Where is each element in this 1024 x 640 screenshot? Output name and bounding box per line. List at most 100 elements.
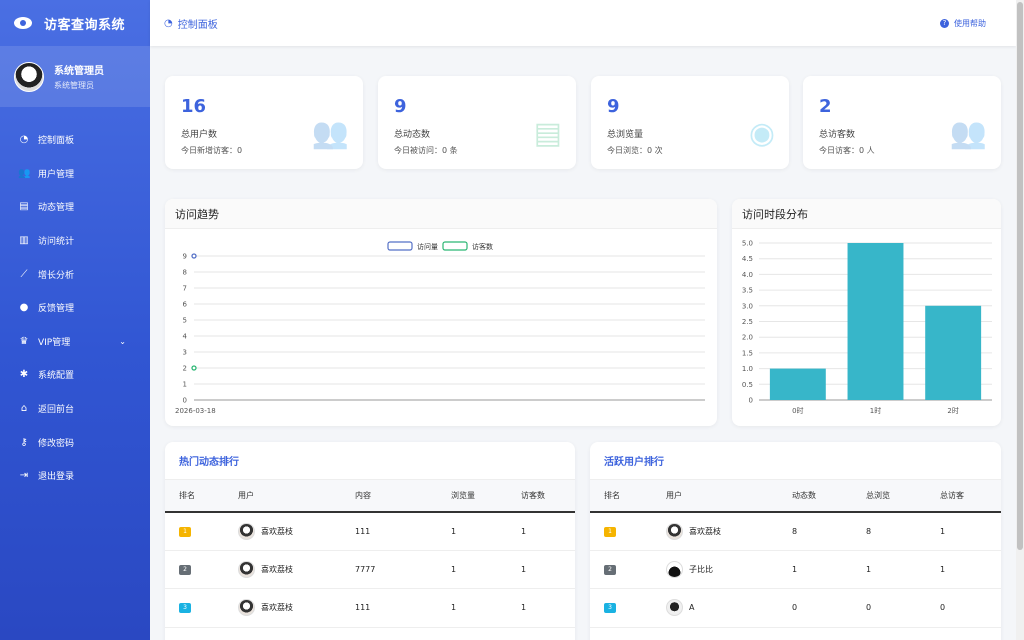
bar[interactable] bbox=[925, 305, 982, 400]
sidebar-item-5[interactable]: ● 反馈管理 bbox=[0, 291, 150, 325]
sidebar-item-7[interactable]: ✱ 系统配置 bbox=[0, 358, 150, 392]
hot-posts-title: 热门动态排行 bbox=[179, 457, 239, 468]
views-cell: 1 bbox=[437, 511, 507, 551]
hot-posts-table: 排名 用户 内容 浏览量 访客数 1 喜欢荔枝 111 1 1 2 喜欢荔枝 7777 1 1 3 喜欢荔枝 1… bbox=[165, 479, 575, 628]
sidebar: 访客查询系统 系统管理员 系统管理员 ◔ 控制面板 👥 用户管理 ▤ 动态管理 ▥ 访问统计 ⟋… bbox=[0, 0, 150, 640]
avatar bbox=[238, 522, 255, 540]
breadcrumb-label: 控制面板 bbox=[177, 19, 218, 31]
table-row[interactable]: 1 喜欢荔枝 111 1 1 bbox=[165, 511, 575, 551]
legend-swatch[interactable] bbox=[442, 241, 468, 251]
user-cell[interactable]: 子比比 bbox=[652, 550, 778, 590]
user-profile[interactable]: 系统管理员 系统管理员 bbox=[0, 46, 150, 107]
sidebar-item-4[interactable]: ⟋ 增长分析 bbox=[0, 257, 150, 291]
posts-cell: 8 bbox=[778, 511, 852, 551]
user-cell[interactable]: 喜欢荔枝 bbox=[224, 511, 341, 551]
trend-panel: 访问趋势 访问量 访客数 0 1 2 3 4 5 6 7 8 9 2026-03-18 bbox=[165, 199, 717, 426]
y-tick-label: 4 bbox=[183, 333, 188, 341]
data-point[interactable] bbox=[191, 365, 197, 371]
y-tick-label: 4.5 bbox=[742, 255, 753, 263]
content-cell: 111 bbox=[341, 588, 437, 628]
legend-label[interactable]: 访客数 bbox=[472, 242, 493, 251]
visitors-cell: 1 bbox=[507, 511, 575, 551]
sidebar-item-6[interactable]: ♛ VIP管理 ⌄ bbox=[0, 325, 150, 359]
bar[interactable] bbox=[769, 368, 826, 400]
gear-icon: ✱ bbox=[19, 369, 29, 381]
page-scrollbar[interactable] bbox=[1016, 0, 1024, 640]
user-name: 系统管理员 bbox=[54, 66, 104, 77]
data-point[interactable] bbox=[191, 253, 197, 259]
users-icon: 👥 bbox=[311, 116, 349, 151]
table-row[interactable]: 1 喜欢荔枝 8 8 1 bbox=[590, 511, 1001, 551]
bar[interactable] bbox=[847, 243, 904, 400]
scrollbar-thumb[interactable] bbox=[1017, 2, 1023, 550]
legend-label[interactable]: 访问量 bbox=[417, 242, 438, 251]
file-icon: ▤ bbox=[19, 201, 29, 213]
table-row[interactable]: 2 子比比 1 1 1 bbox=[590, 550, 1001, 590]
user-role: 系统管理员 bbox=[54, 81, 94, 90]
table-header[interactable]: 浏览量 bbox=[437, 479, 507, 513]
table-header[interactable]: 动态数 bbox=[778, 479, 852, 513]
key-icon: ⚷ bbox=[20, 436, 28, 448]
table-header[interactable]: 用户 bbox=[652, 479, 778, 513]
views-cell: 0 bbox=[852, 588, 926, 628]
table-header[interactable]: 访客数 bbox=[507, 479, 575, 513]
sidebar-item-0[interactable]: ◔ 控制面板 bbox=[0, 123, 150, 157]
sidebar-item-1[interactable]: 👥 用户管理 bbox=[0, 157, 150, 191]
visitors-cell: 1 bbox=[926, 511, 1001, 551]
rank-badge: 2 bbox=[179, 564, 191, 575]
table-header[interactable]: 用户 bbox=[224, 479, 341, 513]
user-name: 喜欢荔枝 bbox=[261, 603, 293, 613]
trend-panel-title: 访问趋势 bbox=[165, 199, 717, 229]
user-cell[interactable]: A bbox=[652, 588, 778, 628]
y-tick-label: 3.5 bbox=[742, 287, 753, 295]
stat-card: 16 总用户数 今日新增访客：0 👥 bbox=[165, 76, 363, 169]
table-row[interactable]: 3 喜欢荔枝 111 1 1 bbox=[165, 588, 575, 628]
y-tick-label: 0.5 bbox=[742, 381, 753, 389]
table-header[interactable]: 总浏览 bbox=[852, 479, 926, 513]
visitors-cell: 1 bbox=[507, 550, 575, 590]
active-users-table: 排名 用户 动态数 总浏览 总访客 1 喜欢荔枝 8 8 1 2 子比比 1 1 1 3 A 0 0 0 bbox=[590, 479, 1001, 628]
breadcrumb[interactable]: ◔ 控制面板 bbox=[164, 16, 218, 31]
user-cell[interactable]: 喜欢荔枝 bbox=[224, 588, 341, 628]
eye-icon: ◉ bbox=[748, 116, 775, 151]
sidebar-item-2[interactable]: ▤ 动态管理 bbox=[0, 190, 150, 224]
content-cell: 7777 bbox=[341, 550, 437, 590]
table-header[interactable]: 排名 bbox=[165, 479, 224, 513]
x-tick-label: 0时 bbox=[792, 406, 803, 415]
sidebar-item-label: 返回前台 bbox=[38, 405, 75, 416]
sidebar-item-3[interactable]: ▥ 访问统计 bbox=[0, 224, 150, 258]
help-link[interactable]: ? 使用帮助 bbox=[940, 18, 986, 29]
stat-card: 2 总访客数 今日访客：0 人 👥 bbox=[803, 76, 1001, 169]
y-tick-label: 0 bbox=[749, 397, 753, 405]
trend-chart: 访问量 访客数 0 1 2 3 4 5 6 7 8 9 2026-03-18 bbox=[175, 241, 705, 415]
legend-swatch[interactable] bbox=[387, 241, 413, 251]
dashboard-icon: ◔ bbox=[19, 134, 29, 146]
avatar bbox=[238, 599, 255, 617]
table-header[interactable]: 排名 bbox=[590, 479, 652, 513]
user-cell[interactable]: 喜欢荔枝 bbox=[224, 550, 341, 590]
sidebar-item-9[interactable]: ⚷ 修改密码 bbox=[0, 425, 150, 459]
y-tick-label: 4.0 bbox=[742, 271, 753, 279]
table-header[interactable]: 总访客 bbox=[926, 479, 1001, 513]
user-name: 喜欢荔枝 bbox=[689, 526, 721, 536]
stat-value: 9 bbox=[607, 96, 620, 117]
user-cell[interactable]: 喜欢荔枝 bbox=[652, 511, 778, 551]
sidebar-item-8[interactable]: ⌂ 返回前台 bbox=[0, 392, 150, 426]
y-tick-label: 2.0 bbox=[742, 334, 753, 342]
table-row[interactable]: 3A000 bbox=[590, 588, 1001, 628]
user-group-icon: 👥 bbox=[949, 116, 987, 151]
stat-card: 9 总动态数 今日被访问：0 条 ▤ bbox=[378, 76, 576, 169]
rank-badge: 1 bbox=[179, 526, 191, 537]
avatar bbox=[14, 61, 44, 92]
rank-cell: 1 bbox=[590, 511, 652, 551]
y-tick-label: 0 bbox=[183, 397, 187, 405]
sidebar-item-label: 增长分析 bbox=[38, 270, 75, 281]
comments-icon: ● bbox=[19, 302, 29, 314]
brand[interactable]: 访客查询系统 bbox=[0, 0, 150, 46]
table-header[interactable]: 内容 bbox=[341, 479, 437, 513]
user-name: 喜欢荔枝 bbox=[261, 564, 293, 574]
sidebar-item-10[interactable]: ⇥ 退出登录 bbox=[0, 459, 150, 493]
table-row[interactable]: 2 喜欢荔枝 7777 1 1 bbox=[165, 550, 575, 590]
user-name: 子比比 bbox=[689, 564, 713, 574]
y-tick-label: 5 bbox=[183, 317, 187, 325]
